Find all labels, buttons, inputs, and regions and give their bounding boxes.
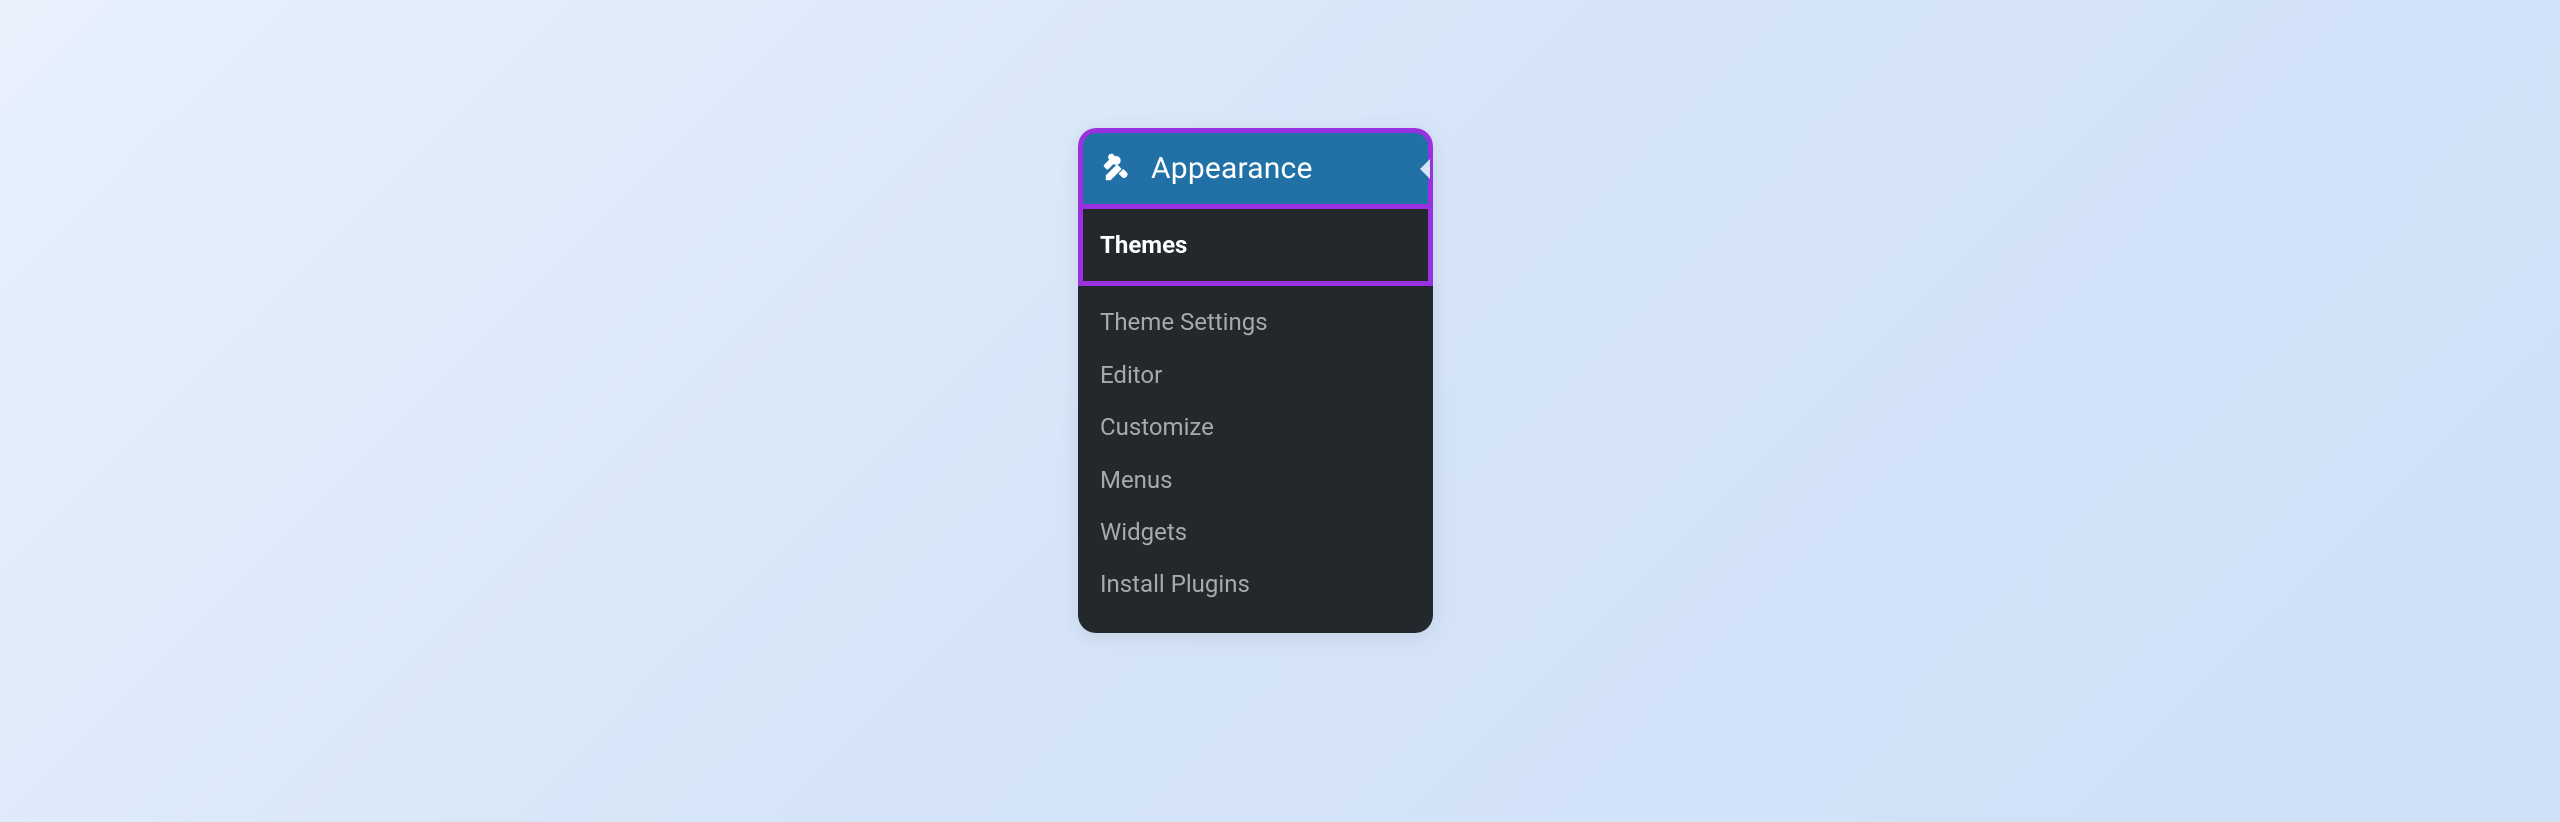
submenu-item-label: Customize	[1100, 413, 1214, 441]
menu-header-appearance[interactable]: Appearance	[1078, 128, 1433, 209]
appearance-menu: Appearance Themes Theme Settings Editor …	[1078, 128, 1433, 633]
appearance-brush-icon	[1101, 153, 1133, 185]
submenu-item-editor[interactable]: Editor	[1078, 349, 1433, 401]
submenu-item-label: Menus	[1100, 466, 1173, 494]
submenu-item-label: Theme Settings	[1100, 308, 1268, 336]
appearance-submenu: Themes Theme Settings Editor Customize M…	[1078, 209, 1433, 633]
submenu-item-themes[interactable]: Themes	[1078, 209, 1433, 286]
submenu-item-widgets[interactable]: Widgets	[1078, 506, 1433, 558]
submenu-item-label: Editor	[1100, 361, 1162, 389]
menu-header-label: Appearance	[1151, 151, 1313, 186]
submenu-item-label: Themes	[1100, 231, 1187, 259]
submenu-item-customize[interactable]: Customize	[1078, 401, 1433, 453]
submenu-item-label: Widgets	[1100, 518, 1187, 546]
submenu-item-label: Install Plugins	[1100, 570, 1250, 598]
submenu-body: Theme Settings Editor Customize Menus Wi…	[1078, 286, 1433, 632]
submenu-item-menus[interactable]: Menus	[1078, 454, 1433, 506]
submenu-item-install-plugins[interactable]: Install Plugins	[1078, 558, 1433, 610]
submenu-item-theme-settings[interactable]: Theme Settings	[1078, 296, 1433, 348]
menu-caret-icon	[1420, 159, 1430, 179]
